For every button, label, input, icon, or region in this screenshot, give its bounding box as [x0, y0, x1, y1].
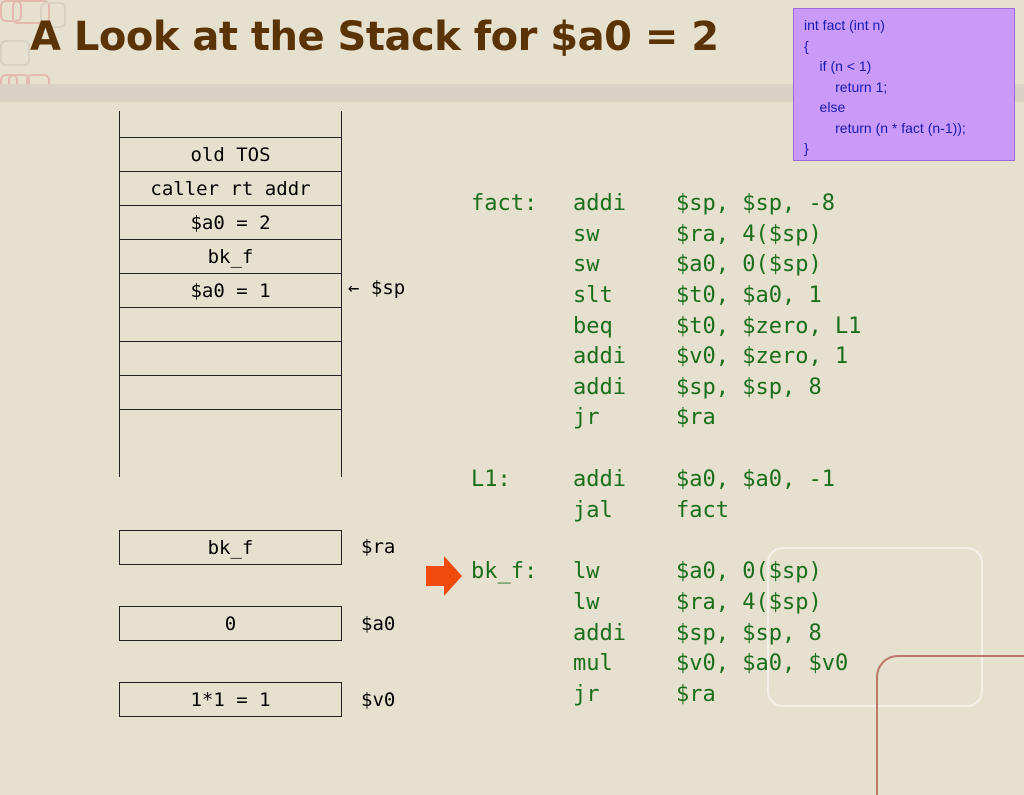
asm-op: addi [573, 375, 626, 400]
decorative-corner-line [876, 655, 1024, 795]
asm-label: fact: [471, 191, 538, 216]
stack-slot-a0-2: $a0 = 2 [119, 205, 342, 240]
asm-op: slt [573, 283, 613, 308]
asm-op: addi [573, 191, 626, 216]
current-line-arrow-icon [426, 556, 462, 596]
asm-args: $t0, $zero, L1 [676, 314, 862, 339]
asm-args: fact [676, 498, 729, 523]
asm-label: L1: [471, 467, 511, 492]
c-code-line: } [804, 140, 809, 156]
asm-op: addi [573, 621, 626, 646]
asm-args: $sp, $sp, -8 [676, 191, 835, 216]
register-ra-value: bk_f [119, 530, 342, 565]
register-a0-value: 0 [119, 606, 342, 641]
stack-pointer-label: ← $sp [348, 277, 406, 299]
stack-slot-old-tos: old TOS [119, 137, 342, 172]
slide-title: A Look at the Stack for $a0 = 2 [30, 14, 719, 60]
asm-op: sw [573, 252, 600, 277]
c-code-box: int fact (int n) { if (n < 1) return 1; … [793, 8, 1015, 161]
c-code-line: return (n * fact (n-1)); [804, 119, 966, 136]
asm-label: bk_f: [471, 559, 538, 584]
c-code-line: { [804, 37, 809, 54]
stack-slot-empty [119, 341, 342, 376]
c-code-line: else [804, 99, 846, 115]
asm-args: $v0, $zero, 1 [676, 344, 849, 369]
register-a0-label: $a0 [361, 613, 396, 635]
asm-op: jr [573, 405, 600, 430]
stack-slot-empty [119, 307, 342, 342]
asm-op: lw [573, 559, 600, 584]
stack-slot-caller-rt-addr: caller rt addr [119, 171, 342, 206]
c-code-line: int fact (int n) [804, 17, 885, 33]
asm-op: addi [573, 467, 626, 492]
stack-slot-bk-f: bk_f [119, 239, 342, 274]
asm-args: $t0, $a0, 1 [676, 283, 822, 308]
register-v0-value: 1*1 = 1 [119, 682, 342, 717]
asm-op: addi [573, 344, 626, 369]
asm-args: $ra, 4($sp) [676, 222, 822, 247]
register-v0-label: $v0 [361, 689, 396, 711]
asm-op: jal [573, 498, 613, 523]
c-code-line: return 1; [804, 78, 888, 95]
c-code-line: if (n < 1) [804, 58, 872, 74]
stack-slot-empty [119, 375, 342, 410]
asm-args: $a0, 0($sp) [676, 252, 822, 277]
register-ra-label: $ra [361, 536, 396, 558]
asm-op: mul [573, 651, 613, 676]
asm-args: $ra [676, 405, 716, 430]
asm-args: $sp, $sp, 8 [676, 375, 822, 400]
stack-slot-a0-1: $a0 = 1 [119, 273, 342, 308]
asm-op: sw [573, 222, 600, 247]
asm-args: $a0, $a0, -1 [676, 467, 835, 492]
asm-args: $ra [676, 682, 716, 707]
asm-op: beq [573, 314, 613, 339]
asm-op: jr [573, 682, 600, 707]
asm-op: lw [573, 590, 600, 615]
